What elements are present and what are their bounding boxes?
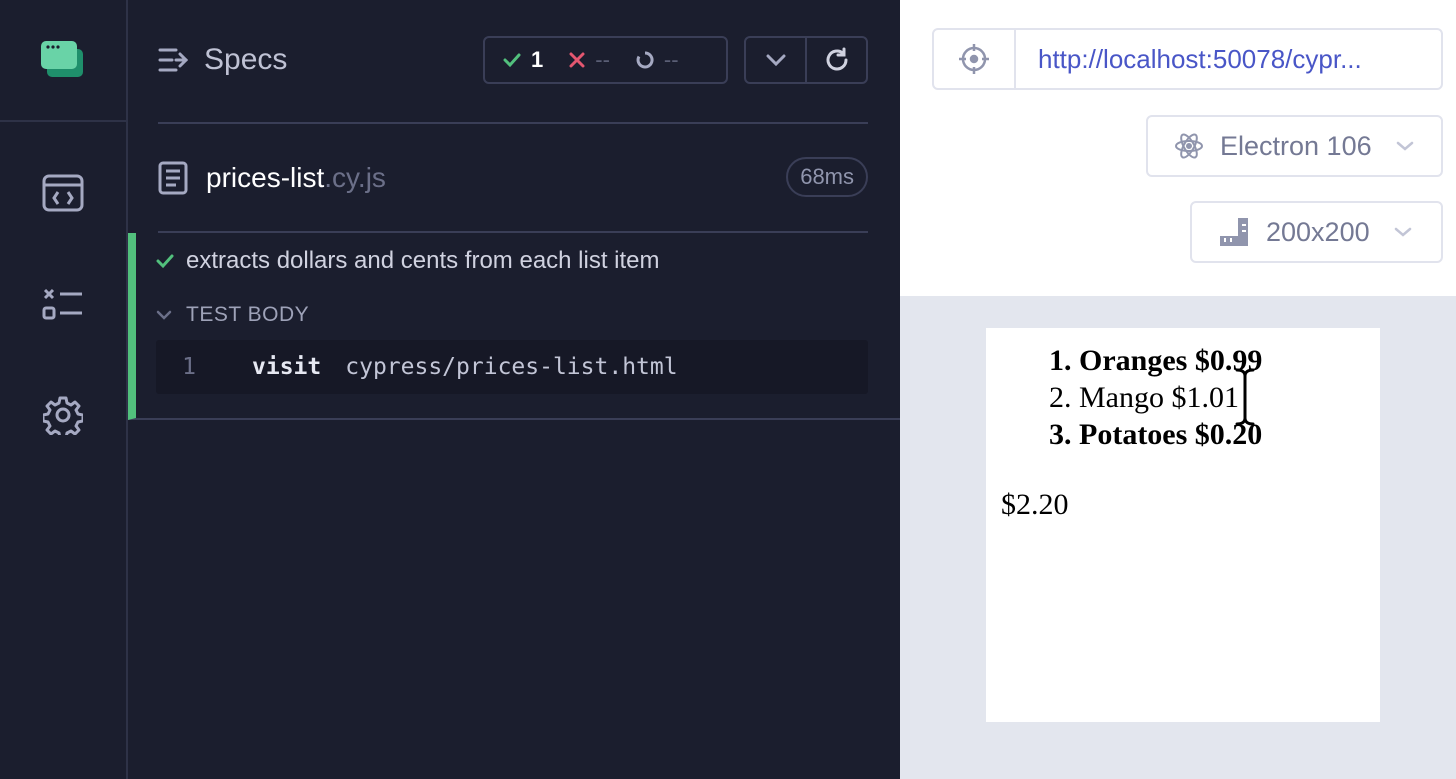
test-body-label: TEST BODY <box>186 303 310 326</box>
side-nav <box>0 0 128 779</box>
command-argument: cypress/prices-list.html <box>345 354 678 380</box>
header-divider <box>158 122 868 124</box>
spec-file-extension: .cy.js <box>324 162 386 193</box>
aut-frame: 1. Oranges $0.99 2. Mango $1.01 3. Potat… <box>900 296 1456 779</box>
cypress-logo-icon <box>41 41 83 77</box>
spec-duration-badge: 68ms <box>786 157 868 197</box>
command-number: 1 <box>182 354 196 380</box>
passed-number: 1 <box>531 47 544 72</box>
spec-file-row[interactable]: prices-list.cy.js 68ms <box>158 150 868 206</box>
list-item: 1. Oranges $0.99 <box>1049 344 1263 377</box>
check-icon <box>156 254 174 269</box>
nav-runs-button[interactable] <box>0 264 126 344</box>
aut-header: http://localhost:50078/cypr... Electron … <box>900 0 1456 296</box>
pending-number: -- <box>663 47 679 72</box>
browser-dropdown[interactable]: Electron 106 <box>1146 115 1443 177</box>
url-bar: http://localhost:50078/cypr... <box>932 28 1443 90</box>
collapse-button[interactable] <box>746 38 805 82</box>
prices-list: 1. Oranges $0.99 2. Mango $1.01 3. Potat… <box>1049 342 1262 453</box>
check-icon <box>503 53 521 68</box>
nav-specs-button[interactable] <box>0 153 126 233</box>
specs-title: Specs <box>204 43 288 76</box>
chevron-down-icon <box>1396 141 1413 151</box>
pending-count: -- <box>636 47 679 73</box>
code-window-icon <box>42 174 84 212</box>
electron-icon <box>1175 133 1203 159</box>
list-item: 3. Potatoes $0.20 <box>1049 418 1263 451</box>
failed-count: -- <box>569 47 610 73</box>
spec-file-basename: prices-list <box>206 162 325 193</box>
url-text[interactable]: http://localhost:50078/cypr... <box>1016 30 1362 88</box>
browser-label: Electron 106 <box>1220 130 1372 161</box>
text-cursor-icon <box>1235 368 1255 426</box>
ruler-icon <box>1220 218 1248 246</box>
test-title-row[interactable]: extracts dollars and cents from each lis… <box>156 247 660 275</box>
crosshair-icon <box>959 44 989 74</box>
x-icon <box>569 52 585 68</box>
test-item: extracts dollars and cents from each lis… <box>128 233 900 420</box>
passed-count: 1 <box>503 47 543 73</box>
test-body-toggle[interactable]: TEST BODY <box>156 303 309 327</box>
command-name: visit <box>252 354 322 380</box>
gear-icon <box>43 396 83 435</box>
selector-playground-button[interactable] <box>934 30 1016 88</box>
viewport-dropdown[interactable]: 200x200 <box>1190 201 1443 263</box>
run-controls <box>744 36 868 84</box>
spec-file-name: prices-list.cy.js <box>206 162 386 194</box>
document-icon <box>158 161 188 195</box>
chevron-down-icon <box>766 54 785 66</box>
refresh-icon <box>826 47 847 71</box>
specs-list-icon <box>158 48 188 72</box>
viewport-label: 200x200 <box>1266 216 1370 247</box>
aut-page: 1. Oranges $0.99 2. Mango $1.01 3. Potat… <box>986 328 1380 722</box>
chevron-down-icon <box>156 310 172 320</box>
command-row[interactable]: 1 visit cypress/prices-list.html <box>156 340 868 394</box>
nav-settings-button[interactable] <box>0 375 126 455</box>
list-item: 2. Mango $1.01 <box>1049 381 1239 414</box>
test-title: extracts dollars and cents from each lis… <box>186 247 660 274</box>
reporter-panel: Specs 1 -- -- prices-list.cy.js 68ms ext… <box>128 0 900 779</box>
app-logo[interactable] <box>0 0 126 122</box>
pending-icon <box>636 51 654 69</box>
rerun-button[interactable] <box>805 38 866 82</box>
specs-header[interactable]: Specs <box>158 36 287 84</box>
test-list-icon <box>42 288 82 320</box>
total-price: $2.20 <box>1001 488 1069 521</box>
stats-summary: 1 -- -- <box>483 36 728 84</box>
failed-number: -- <box>595 47 610 72</box>
chevron-down-icon <box>1394 227 1411 237</box>
